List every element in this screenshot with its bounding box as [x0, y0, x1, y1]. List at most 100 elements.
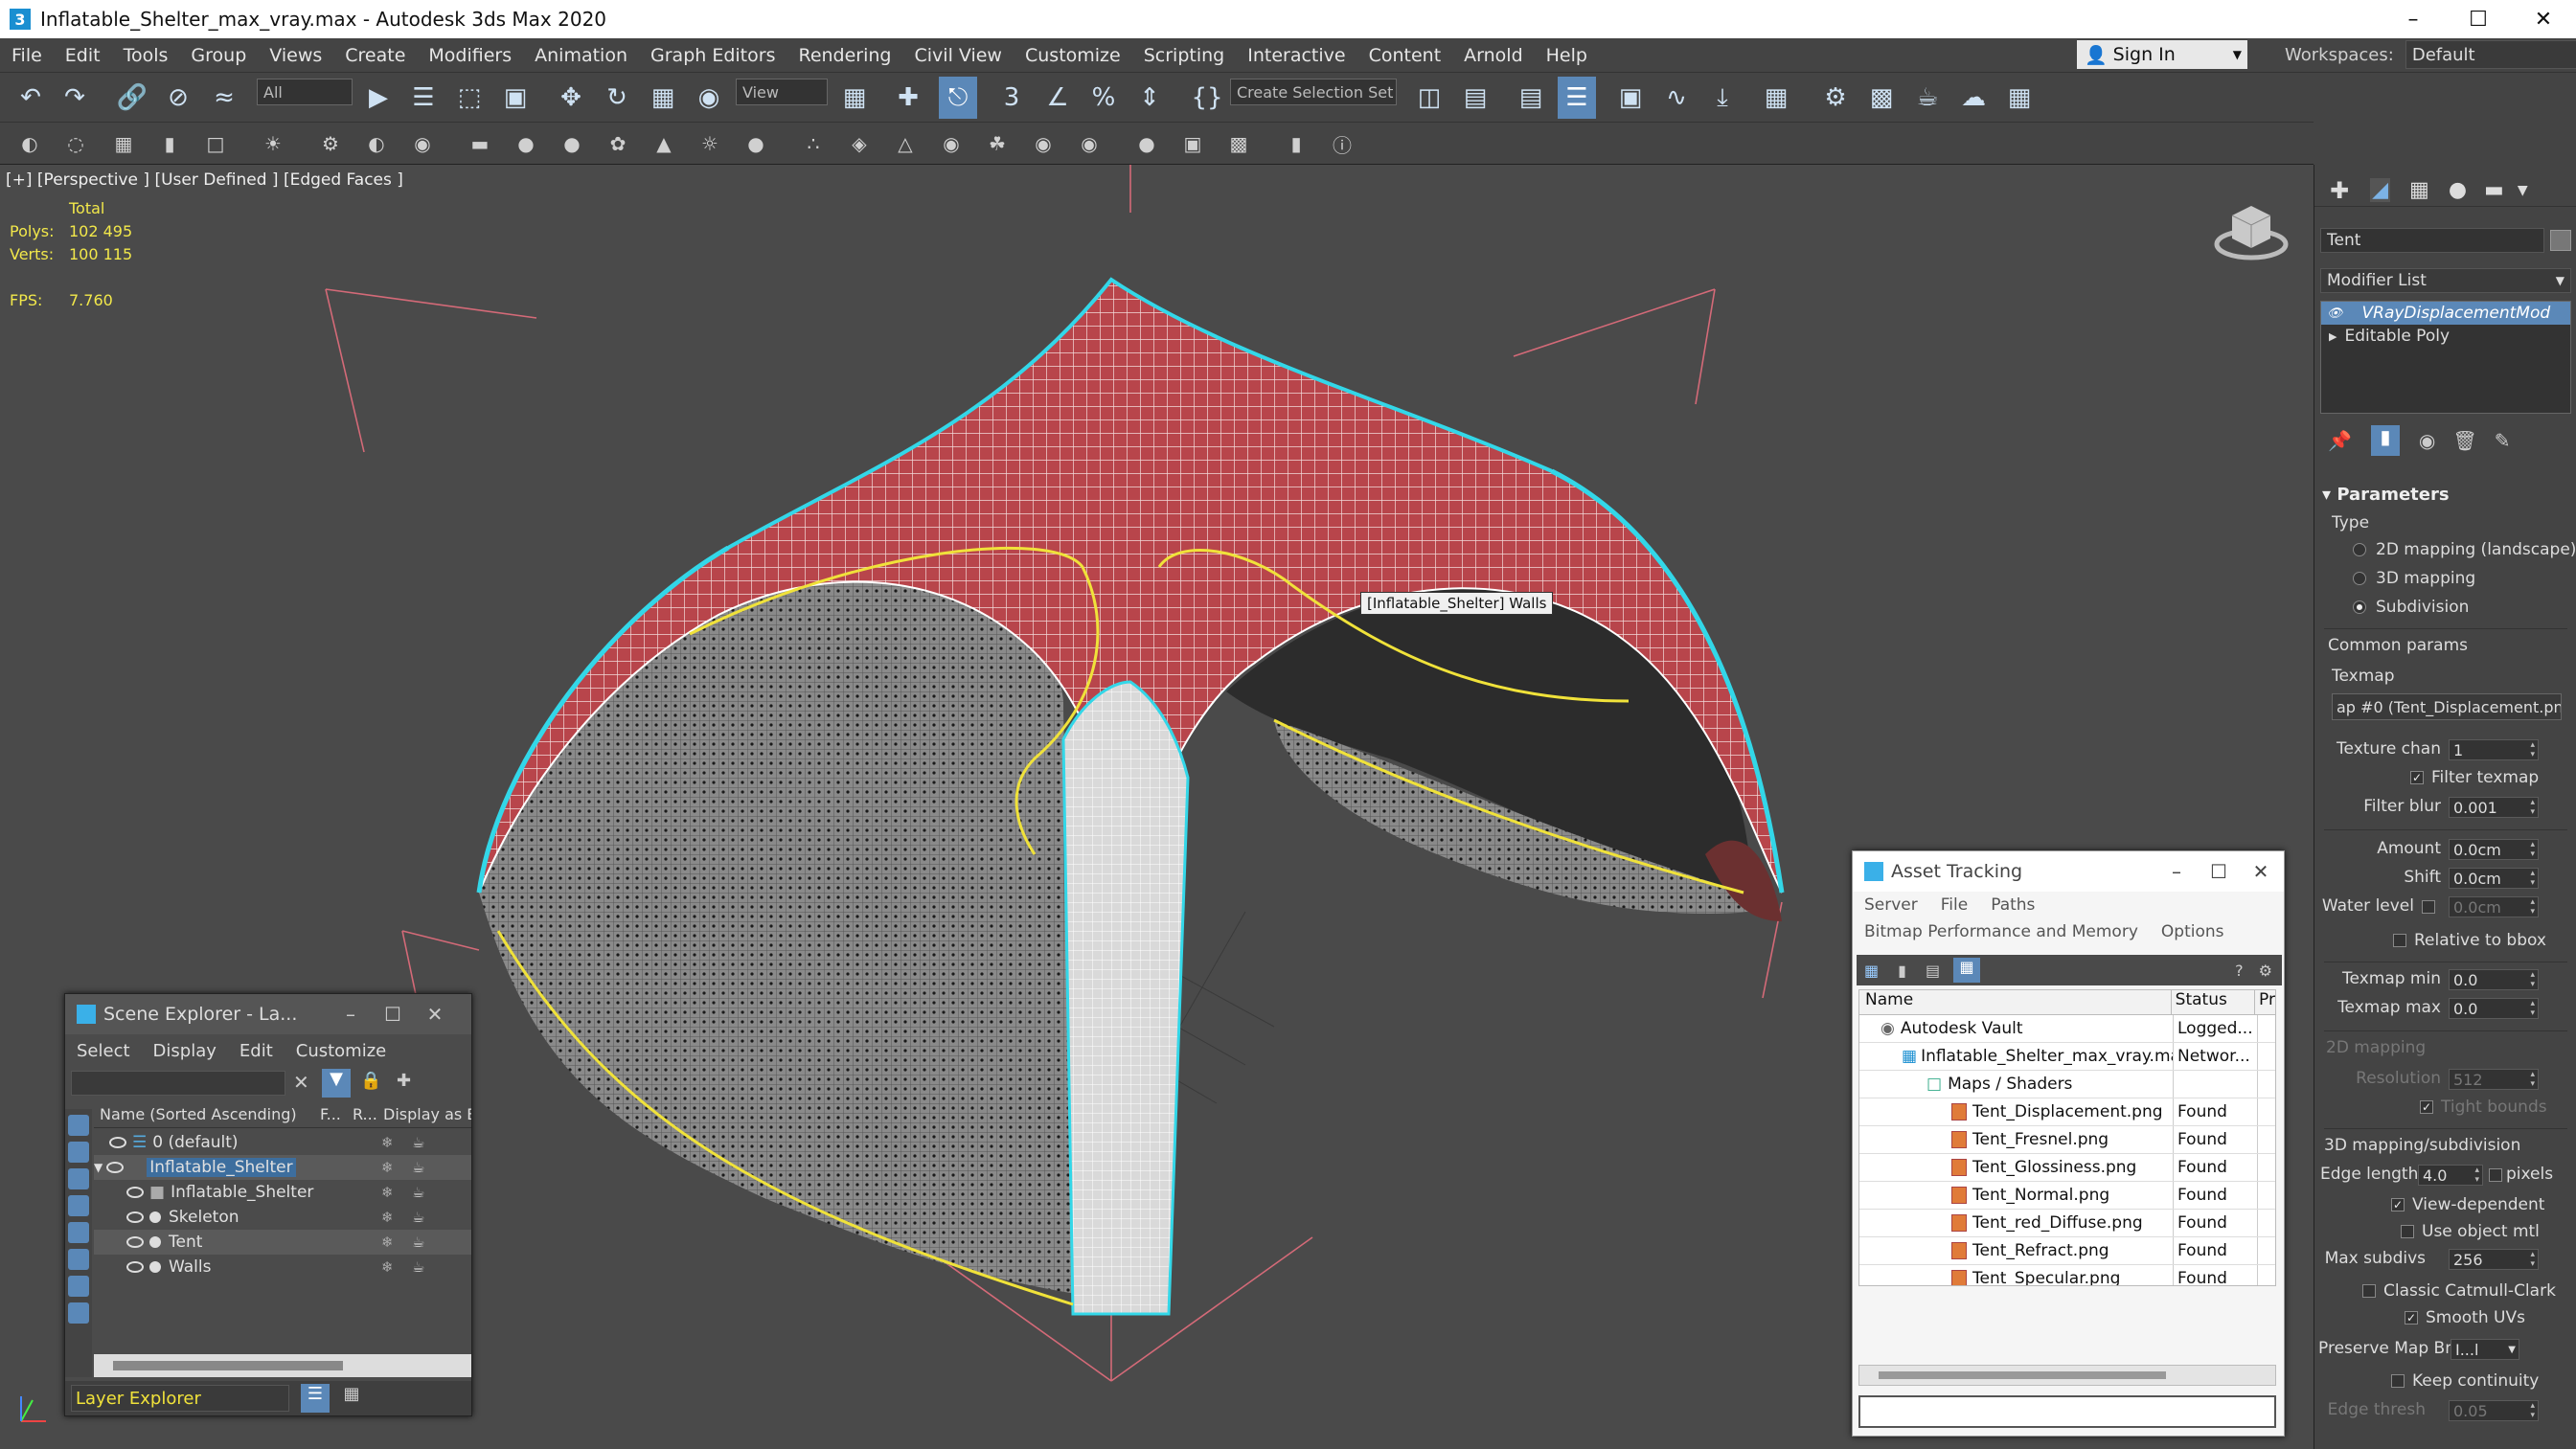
asset-row-refract[interactable]: Tent_Refract.png Found	[1859, 1237, 2275, 1265]
asset-row-fresnel[interactable]: Tent_Fresnel.png Found	[1859, 1126, 2275, 1154]
tight-bounds-checkbox[interactable]: ✓ Tight bounds	[2420, 1098, 2547, 1117]
spinner-snap-icon[interactable]: ⇕	[1130, 77, 1169, 119]
menu-file[interactable]: File	[0, 45, 54, 66]
menu-modifiers[interactable]: Modifiers	[417, 45, 523, 66]
select-object-icon[interactable]: ▶	[359, 77, 398, 119]
visibility-icon[interactable]: 👁	[2327, 306, 2343, 321]
pixels-checkbox[interactable]	[2489, 1168, 2502, 1182]
select-by-name-icon[interactable]: ☰	[404, 77, 443, 119]
object-color-swatch[interactable]	[2550, 230, 2571, 251]
vray-material-library-icon[interactable]: ●	[1130, 125, 1163, 162]
menu-interactive[interactable]: Interactive	[1236, 45, 1356, 66]
asset-tracking-titlebar[interactable]: Asset Tracking – ☐ ✕	[1853, 851, 2284, 892]
layer-explorer-icon[interactable]: ☰	[1558, 77, 1596, 119]
render-grid-icon[interactable]: ▦	[2000, 77, 2039, 119]
grid-view-icon[interactable]: ▦	[1953, 958, 1981, 983]
list-view-icon[interactable]: ▮	[1898, 962, 1906, 980]
vray-fur-icon[interactable]: ✿	[602, 125, 634, 162]
render-setup-icon[interactable]: ⚙	[1816, 77, 1855, 119]
vray-material-icon[interactable]: ◉	[1027, 125, 1060, 162]
search-input[interactable]	[71, 1071, 285, 1096]
vray-mesh-icon[interactable]: ◉	[406, 125, 439, 162]
classic-catmull-checkbox[interactable]: Classic Catmull-Clark	[2362, 1281, 2556, 1301]
menu-animation[interactable]: Animation	[523, 45, 639, 66]
snaps-toggle-icon[interactable]: 3	[992, 77, 1031, 119]
selection-filter-dropdown[interactable]: All	[257, 79, 353, 105]
vray-metaball-icon[interactable]: ●	[740, 125, 772, 162]
object-row-skeleton[interactable]: Skeleton ❄ ☕	[94, 1205, 471, 1230]
edge-length-spinner[interactable]: 4.0	[2418, 1165, 2483, 1186]
render-icon[interactable]: ☕	[412, 1159, 424, 1176]
menu-options[interactable]: Options	[2150, 922, 2236, 941]
menu-help[interactable]: Help	[1535, 45, 1599, 66]
undo-icon[interactable]: ↶	[11, 77, 50, 119]
help-icon[interactable]: ⓘ	[1326, 125, 1358, 162]
display-none-icon[interactable]	[68, 1115, 89, 1136]
material-editor-icon[interactable]: ▦	[1757, 77, 1795, 119]
object-row-tent[interactable]: Tent ❄ ☕	[94, 1230, 471, 1255]
reference-coordinate-dropdown[interactable]: View	[736, 79, 828, 105]
named-selection-dropdown[interactable]: Create Selection Set	[1230, 79, 1397, 105]
radio-2d-mapping[interactable]: 2D mapping (landscape)	[2353, 540, 2576, 559]
maximize-button[interactable]: ☐	[2446, 0, 2511, 38]
move-icon[interactable]: ✥	[552, 77, 590, 119]
close-button[interactable]: ✕	[414, 994, 456, 1034]
vray-proxy-icon[interactable]: ●	[510, 125, 542, 162]
asset-row-displacement[interactable]: Tent_Displacement.png Found	[1859, 1098, 2275, 1126]
modifier-list-dropdown[interactable]: Modifier List ▼	[2320, 268, 2571, 293]
settings-icon[interactable]: ⚙	[2259, 962, 2272, 980]
vray-scatter-icon[interactable]: ∴	[797, 125, 830, 162]
view-dependent-checkbox[interactable]: ✓ View-dependent	[2391, 1195, 2544, 1214]
schematic-view-icon[interactable]: ⤓	[1703, 77, 1742, 119]
vray-icon[interactable]: ◐	[13, 125, 46, 162]
asset-row-specular[interactable]: Tent_Specular.png Found	[1859, 1265, 2275, 1285]
freeze-icon[interactable]: ❄	[381, 1134, 394, 1151]
minimize-button[interactable]: –	[330, 994, 372, 1034]
vray-decal-icon[interactable]: ◈	[843, 125, 876, 162]
hierarchy-tab-icon[interactable]: ▦	[2409, 178, 2429, 202]
radio-subdivision[interactable]: Subdivision	[2353, 598, 2469, 617]
workspace-dropdown[interactable]: Default	[2405, 40, 2576, 69]
vray-ies-icon[interactable]: ⚙	[314, 125, 347, 162]
maximize-button[interactable]: ☐	[372, 994, 414, 1034]
menu-file[interactable]: File	[1929, 895, 1979, 915]
remove-modifier-icon[interactable]: 🗑	[2452, 429, 2476, 452]
column-name[interactable]: Name	[1859, 990, 2172, 1014]
amount-spinner[interactable]: 0.0cm	[2449, 839, 2539, 860]
vray-clipper-icon[interactable]: ▲	[648, 125, 680, 162]
utilities-tab-icon[interactable]: ▼	[2518, 183, 2528, 198]
shift-spinner[interactable]: 0.0cm	[2449, 868, 2539, 889]
vray-frame-buffer-icon[interactable]: ▦	[107, 125, 140, 162]
column-status[interactable]: Status	[2172, 990, 2256, 1014]
horizontal-scrollbar[interactable]	[1858, 1365, 2276, 1386]
stack-item-vray-displacement[interactable]: 👁 VRayDisplacementMod	[2321, 302, 2570, 325]
menu-tools[interactable]: Tools	[112, 45, 180, 66]
minimize-button[interactable]: –	[2155, 851, 2198, 892]
path-field[interactable]	[1858, 1395, 2276, 1428]
edge-thresh-spinner[interactable]: 0.05	[2449, 1400, 2539, 1421]
menu-create[interactable]: Create	[333, 45, 417, 66]
texmap-button[interactable]: ap #0 (Tent_Displacement.png)	[2332, 693, 2562, 720]
modify-tab-icon[interactable]: ◢	[2370, 178, 2391, 202]
visibility-icon[interactable]	[126, 1261, 144, 1273]
vray-sphere-icon[interactable]: ●	[556, 125, 588, 162]
radio-3d-mapping[interactable]: 3D mapping	[2353, 569, 2475, 588]
show-end-result-icon[interactable]: ▮	[2370, 425, 2400, 456]
rotate-icon[interactable]: ↻	[598, 77, 636, 119]
asset-row-glossiness[interactable]: Tent_Glossiness.png Found	[1859, 1154, 2275, 1182]
freeze-icon[interactable]: ❄	[381, 1209, 394, 1226]
render-icon[interactable]: ☕	[412, 1184, 424, 1201]
link-icon[interactable]: 🔗	[113, 77, 151, 119]
asset-row-maps[interactable]: □ Maps / Shaders	[1859, 1071, 2275, 1098]
table-view-icon[interactable]: ▤	[1926, 962, 1940, 980]
menu-edit[interactable]: Edit	[54, 45, 112, 66]
vray-plane-icon[interactable]: ▬	[464, 125, 496, 162]
visibility-icon[interactable]	[126, 1236, 144, 1248]
horizontal-scrollbar[interactable]	[94, 1354, 471, 1377]
edit-named-selection-icon[interactable]: {}	[1188, 77, 1226, 119]
menu-arnold[interactable]: Arnold	[1452, 45, 1534, 66]
use-object-mtl-checkbox[interactable]: Use object mtl	[2401, 1222, 2540, 1241]
menu-bitmap-performance[interactable]: Bitmap Performance and Memory	[1853, 922, 2150, 941]
asset-row-vault[interactable]: ◉ Autodesk Vault Logged...	[1859, 1015, 2275, 1043]
refresh-icon[interactable]: ▦	[1864, 962, 1879, 980]
